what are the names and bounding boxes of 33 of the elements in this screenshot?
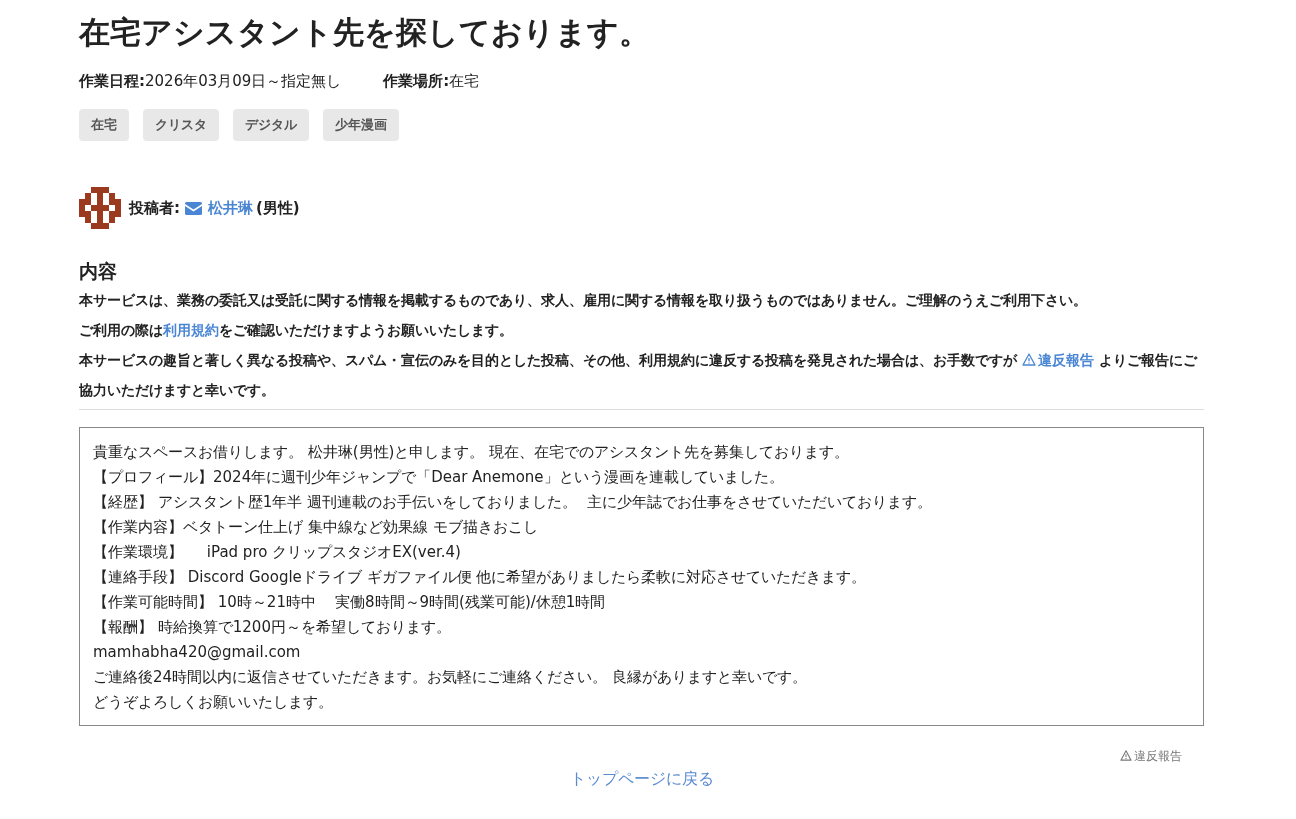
body-line: 貴重なスペースお借りします。 松井琳(男性)と申します。 現在、在宅でのアシスタント先を募集しております。 — [93, 442, 851, 463]
back-to-top-link[interactable]: トップページに戻る — [569, 769, 714, 790]
poster-label: 投稿者: — [129, 198, 180, 218]
avatar-icon — [79, 187, 121, 229]
poster-gender: (男性) — [256, 198, 300, 218]
meta-info: 作業場所:在宅 — [383, 72, 480, 91]
body-line: 【経歴】 アシスタント歴1年半 週刊連載のお手伝いをしておりました。 主に少年誌でお仕事をさせていただいております。 — [93, 492, 933, 513]
mail-icon — [185, 201, 202, 215]
tag-link[interactable]: デジタル — [233, 109, 309, 141]
terms-link[interactable]: 利用規約 — [163, 322, 219, 338]
meta-info: 作業日程:2026年03月09日～指定無し — [79, 72, 342, 91]
warning-icon — [1120, 750, 1132, 761]
body-line: 【作業内容】ベタトーン仕上げ 集中線など効果線 モブ描きおこし — [93, 517, 539, 538]
report-link[interactable]: 違反報告 — [1021, 352, 1094, 368]
body-line: 【作業環境】 iPad pro クリップスタジオEX(ver.4) — [93, 542, 462, 563]
page-title: 在宅アシスタント先を探しております。 — [79, 13, 651, 52]
notice-text: 本サービスは、業務の委託又は受託に関する情報を掲載するものであり、求人、雇用に関する情報を取り扱うものではありません。ご理解のうえご利用下さい。 — [79, 291, 1088, 310]
section-heading: 内容 — [79, 259, 118, 283]
body-line: 【プロフィール】2024年に週刊少年ジャンプで「Dear Anemone」という漫画を連載していました。 — [93, 467, 785, 488]
body-line: 【報酬】 時給換算で1200円～を希望しております。 — [93, 617, 452, 638]
notice-text: 本サービスの趣旨と著しく異なる投稿や、スパム・宣伝のみを目的とした投稿、その他、利用規約に違反する投稿を発見された場合は、お手数ですが 違反報告 よりご報告にご協力いただけますと幸いです。 — [79, 351, 1199, 400]
body-line: どうぞよろしくお願いいたします。 — [93, 692, 334, 713]
body-line: 【作業可能時間】 10時～21時中 実働8時間～9時間(残業可能)/休憩1時間 — [93, 592, 607, 613]
tag-link[interactable]: 在宅 — [79, 109, 129, 141]
poster-name-link[interactable]: 松井琳 — [208, 198, 253, 218]
tag-link[interactable]: 少年漫画 — [323, 109, 399, 141]
report-link[interactable]: 違反報告 — [1120, 748, 1182, 765]
notice-text: ご利用の際は利用規約をご確認いただけますようお願いいたします。 — [79, 321, 514, 340]
warning-icon — [1021, 353, 1036, 366]
tag-link[interactable]: クリスタ — [143, 109, 219, 141]
body-line: 【連絡手段】 Discord Googleドライブ ギガファイル便 他に希望がありましたら柔軟に対応させていただきます。 — [93, 567, 868, 588]
body-line: ご連絡後24時間以内に返信させていただきます。お気軽にご連絡ください。 良縁がありますと幸いです。 — [93, 667, 808, 688]
body-line: mamhabha420@gmail.com — [93, 642, 302, 663]
